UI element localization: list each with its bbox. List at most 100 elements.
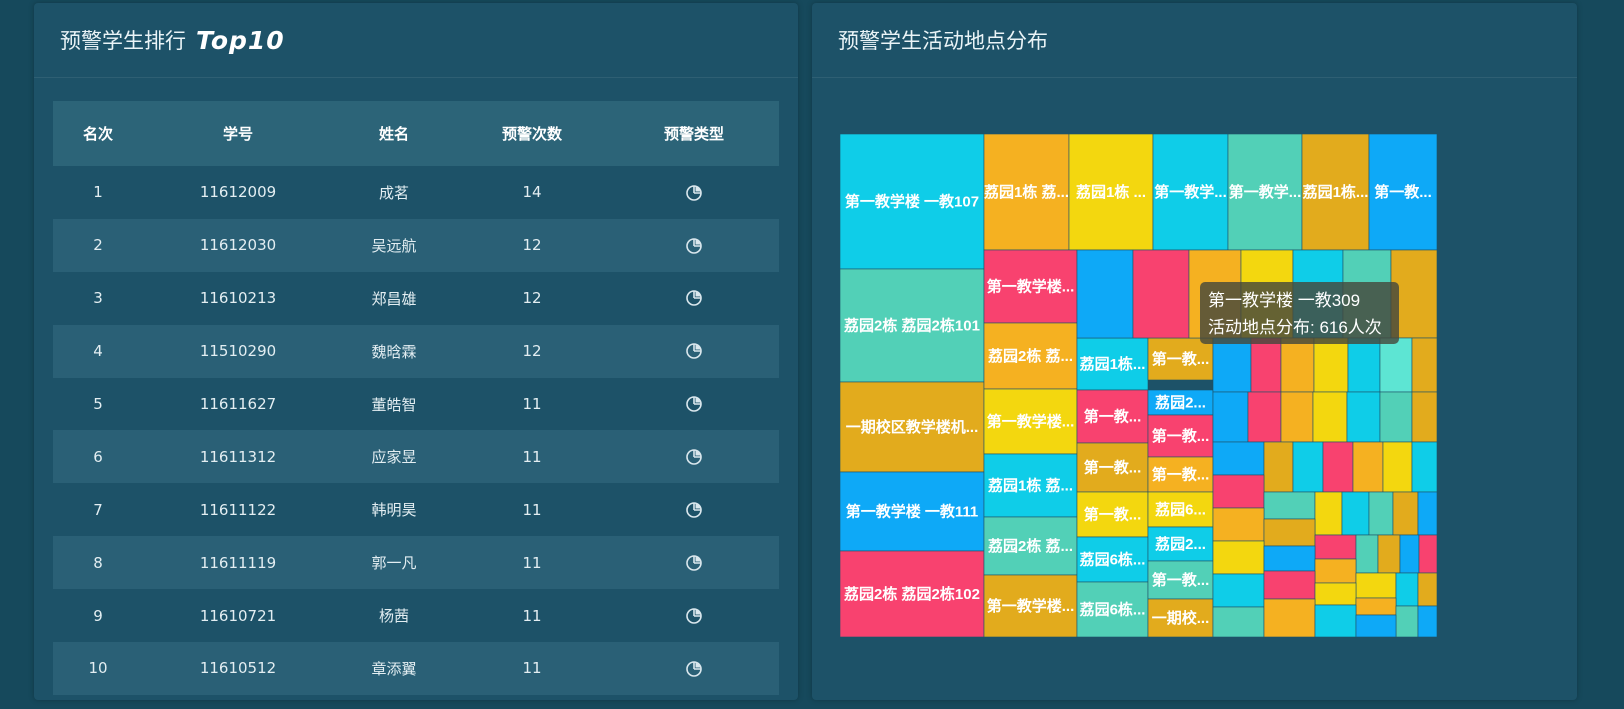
cell-warning-type[interactable]	[609, 272, 779, 325]
treemap-tooltip: 第一教学楼 一教309 活动地点分布: 616人次	[1200, 282, 1399, 344]
cell-warning-type[interactable]	[609, 218, 779, 272]
pie-chart-icon[interactable]	[685, 554, 703, 572]
treemap-tile[interactable]	[1411, 337, 1438, 393]
treemap-tile[interactable]	[1417, 605, 1438, 637]
treemap-tile[interactable]	[1076, 249, 1134, 339]
ranking-title-suffix: Top10	[196, 25, 285, 55]
treemap-tile[interactable]	[1263, 545, 1316, 572]
table-row: 8 11611119 郭一凡 11	[53, 536, 779, 590]
ranking-panel: 预警学生排行 Top10 名次 学号 姓名 预警次数 预警类型 1 1161200…	[34, 3, 798, 700]
cell-warning-type[interactable]	[609, 536, 779, 590]
cell-rank: 4	[53, 324, 143, 378]
cell-rank: 5	[93, 395, 103, 413]
treemap-tile[interactable]	[1280, 337, 1315, 393]
treemap-svg[interactable]: 第一教学楼 一教107 荔园2栋 荔园2栋101 一期校区教学楼机... 第一教学楼 …	[840, 134, 1453, 637]
treemap-tile[interactable]	[1212, 606, 1265, 637]
pie-chart-icon[interactable]	[685, 184, 703, 202]
treemap-tile[interactable]	[1368, 491, 1394, 536]
treemap-tile[interactable]	[1263, 441, 1294, 493]
treemap-tile[interactable]	[1212, 337, 1252, 393]
treemap-tile[interactable]	[1399, 534, 1420, 574]
treemap-tile-label: 一期校...	[1152, 609, 1210, 627]
treemap-tile[interactable]	[1417, 572, 1438, 607]
treemap-tile[interactable]	[1212, 540, 1265, 575]
treemap-tile[interactable]	[1263, 491, 1316, 520]
treemap-tile[interactable]	[1312, 391, 1348, 443]
treemap-tile[interactable]	[1263, 518, 1316, 547]
treemap-tile[interactable]	[1355, 572, 1397, 599]
treemap-tile[interactable]	[1341, 491, 1370, 536]
cell-warning-type[interactable]	[609, 483, 779, 536]
treemap-tile[interactable]	[1314, 491, 1343, 536]
cell-warning-type[interactable]	[609, 430, 779, 484]
treemap-tile[interactable]	[1346, 391, 1381, 443]
treemap-tile[interactable]	[1382, 441, 1413, 493]
treemap-tile[interactable]	[1411, 441, 1438, 493]
treemap-tile[interactable]	[1379, 391, 1413, 443]
treemap-tile[interactable]	[1250, 337, 1282, 393]
treemap-tile[interactable]	[1379, 337, 1413, 393]
pie-chart-icon[interactable]	[685, 289, 703, 307]
pie-chart-icon[interactable]	[685, 342, 703, 360]
treemap-tile[interactable]	[1263, 570, 1316, 600]
treemap-tile[interactable]	[1377, 534, 1401, 574]
treemap-tile[interactable]	[1411, 391, 1438, 443]
cell-warning-count: 11	[522, 606, 542, 625]
treemap-tile-label: 第一教学楼...	[987, 278, 1075, 296]
treemap-tile[interactable]	[1314, 604, 1357, 637]
cell-warning-type[interactable]	[609, 324, 779, 378]
treemap-tile[interactable]	[1314, 582, 1357, 606]
pie-chart-icon[interactable]	[685, 237, 703, 255]
treemap-tile-label: 荔园1栋 ...	[1076, 183, 1146, 201]
treemap-tile[interactable]	[1212, 507, 1265, 542]
cell-name: 魏晗霖	[333, 324, 455, 378]
treemap-tile[interactable]	[1322, 441, 1354, 493]
cell-warning-type[interactable]	[609, 166, 779, 219]
treemap-tile[interactable]	[1347, 337, 1381, 393]
treemap-tile[interactable]	[1355, 614, 1397, 637]
treemap-tile-label: 荔园2栋 荔园2栋101	[844, 317, 980, 335]
cell-student-id: 11610721	[199, 606, 277, 625]
treemap-tile[interactable]	[1395, 572, 1419, 607]
ranking-title: 预警学生排行	[60, 29, 186, 53]
cell-warning-type[interactable]	[609, 642, 779, 695]
treemap-tile[interactable]	[1280, 391, 1314, 443]
treemap-tile-label: 第一教...	[1374, 183, 1432, 201]
treemap-tile[interactable]	[1417, 491, 1438, 536]
treemap-tile[interactable]	[1392, 491, 1419, 536]
treemap-tile[interactable]	[1355, 597, 1397, 616]
treemap-tile[interactable]	[1263, 598, 1316, 637]
treemap-tile[interactable]	[1395, 605, 1419, 637]
treemap-tile-label: 一期校区教学楼机...	[846, 418, 979, 436]
cell-warning-type[interactable]	[609, 378, 779, 431]
cell-name: 应家昱	[333, 430, 455, 484]
table-row: 9 11610721 杨茜 11	[53, 589, 779, 642]
tooltip-value: 活动地点分布: 616人次	[1208, 318, 1382, 337]
pie-chart-icon[interactable]	[685, 395, 703, 413]
treemap-tile[interactable]	[1212, 441, 1265, 476]
pie-chart-icon[interactable]	[685, 448, 703, 466]
treemap-tile[interactable]	[1292, 441, 1324, 493]
treemap-tile[interactable]	[1247, 391, 1282, 443]
pie-chart-icon[interactable]	[685, 501, 703, 519]
treemap-tile[interactable]	[1314, 534, 1357, 560]
treemap-tile-label: 荔园2栋 荔...	[988, 347, 1073, 365]
treemap-tile[interactable]	[1132, 249, 1190, 339]
treemap-tile[interactable]	[1355, 534, 1379, 574]
treemap-chart[interactable]: 第一教学楼 一教107 荔园2栋 荔园2栋101 一期校区教学楼机... 第一教学楼 …	[840, 134, 1453, 637]
treemap-tile[interactable]	[1314, 558, 1357, 584]
ranking-table: 名次 学号 姓名 预警次数 预警类型 1 11612009 成茗 14 2 1161203…	[53, 101, 779, 695]
cell-warning-type[interactable]	[609, 589, 779, 642]
treemap-tile-label: 第一教...	[1084, 408, 1142, 426]
treemap-tile[interactable]	[1212, 573, 1265, 608]
treemap-tile-label: 第一教...	[1152, 427, 1210, 445]
treemap-tile[interactable]	[1418, 534, 1438, 574]
table-row: 7 11611122 韩明昊 11	[53, 483, 779, 536]
treemap-tile[interactable]	[1313, 337, 1349, 393]
treemap-tile[interactable]	[1212, 474, 1265, 509]
pie-chart-icon[interactable]	[685, 607, 703, 625]
pie-chart-icon[interactable]	[685, 660, 703, 678]
cell-student-id: 11612009	[199, 183, 277, 202]
treemap-tile[interactable]	[1212, 391, 1249, 443]
treemap-tile[interactable]	[1352, 441, 1384, 493]
